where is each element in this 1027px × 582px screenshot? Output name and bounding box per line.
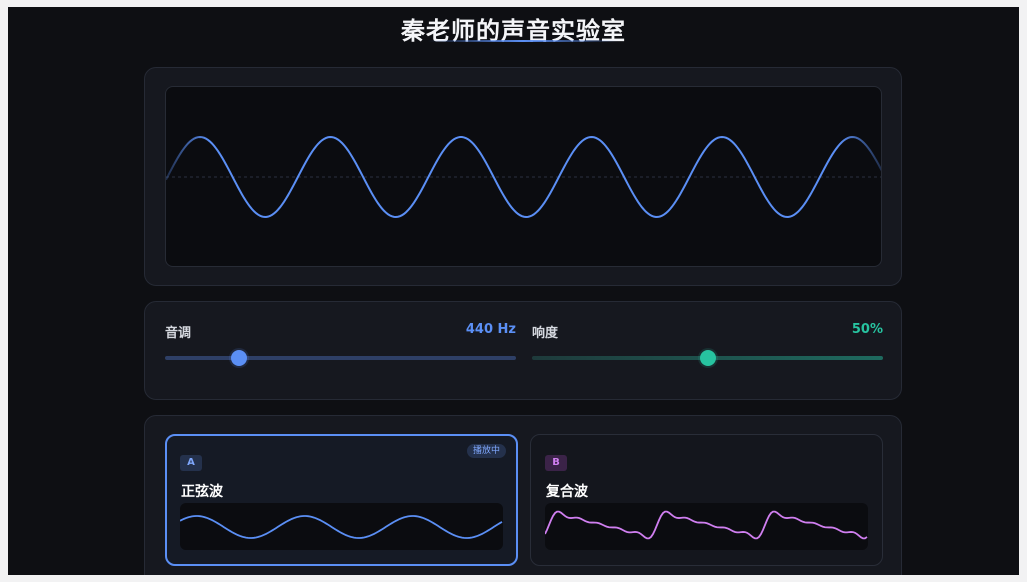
controls-panel: 音调 440 Hz 响度 50%: [144, 301, 902, 400]
oscilloscope-panel: [144, 67, 902, 286]
card-badge-a: A: [180, 455, 202, 471]
pitch-slider-thumb[interactable]: [230, 350, 247, 366]
complex-preview-svg: [545, 510, 868, 540]
volume-control: 响度 50%: [532, 320, 883, 380]
app-window: 秦老师的声音实验室 音调 440 Hz 响度 50% A 播放中 正弦波 B 复…: [8, 7, 1019, 575]
volume-label: 响度: [532, 326, 559, 341]
sine-preview: [180, 503, 503, 550]
card-title-complex: 复合波: [546, 484, 588, 500]
card-title-sine: 正弦波: [181, 484, 223, 500]
title-underline: [428, 40, 618, 42]
pitch-value: 440 Hz: [465, 322, 516, 337]
sine-preview-wave: [180, 515, 503, 539]
playing-badge: 播放中: [466, 444, 506, 458]
waveform-card-sine[interactable]: A 播放中 正弦波: [165, 434, 518, 566]
pitch-control: 音调 440 Hz: [165, 320, 516, 380]
pitch-label: 音调: [165, 326, 192, 341]
oscilloscope-svg: [166, 135, 881, 219]
card-badge-b: B: [545, 455, 567, 471]
oscilloscope-display: [165, 86, 882, 267]
volume-value: 50%: [851, 322, 883, 337]
complex-preview: [545, 503, 868, 550]
volume-slider-thumb[interactable]: [699, 350, 716, 366]
waveform-card-complex[interactable]: B 复合波: [530, 434, 883, 566]
pitch-slider-track[interactable]: [165, 356, 516, 360]
waveform-cards-panel: A 播放中 正弦波 B 复合波: [144, 415, 902, 575]
complex-preview-wave: [545, 510, 868, 540]
sine-preview-svg: [180, 515, 503, 539]
